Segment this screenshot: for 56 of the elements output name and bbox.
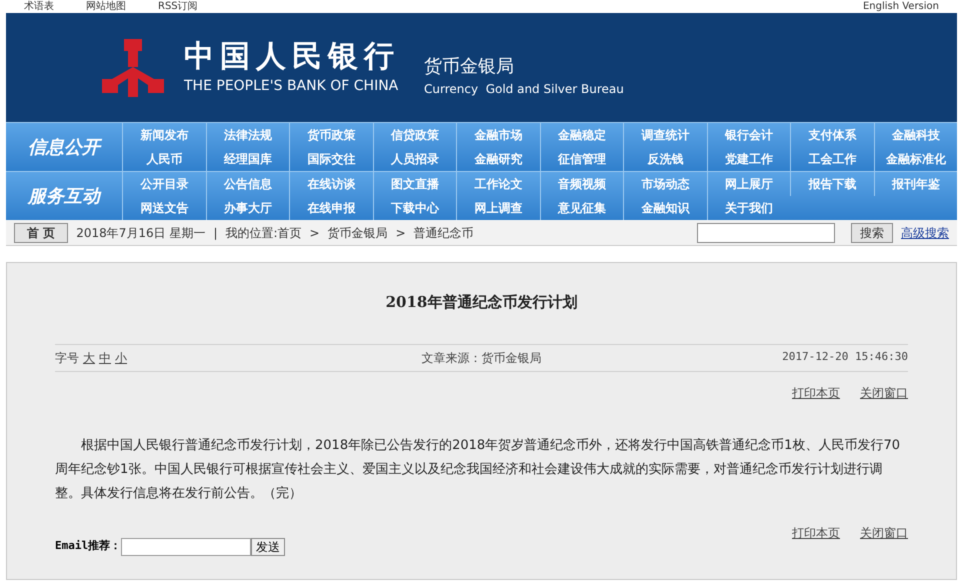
top-link[interactable]: RSS订阅 <box>158 0 198 13</box>
email-label: Email推荐： <box>55 538 122 554</box>
nav-link[interactable]: 信贷政策 <box>372 123 456 147</box>
nav-link[interactable]: 在线访谈 <box>289 172 372 196</box>
nav-link[interactable]: 金融稳定 <box>540 123 623 147</box>
nav-link[interactable]: 音频视频 <box>540 172 623 196</box>
bureau-name-chinese: 货币金银局 <box>424 55 515 79</box>
nav-link[interactable]: 图文直播 <box>372 172 456 196</box>
nav-link[interactable]: 网上展厅 <box>706 172 790 196</box>
nav-link[interactable]: 调查统计 <box>623 123 706 147</box>
nav-link[interactable]: 工作论文 <box>456 172 540 196</box>
search-field[interactable] <box>697 222 835 242</box>
top-link[interactable]: 网站地图 <box>86 0 126 13</box>
bureau-name-english: Currency Gold and Silver Bureau <box>424 81 624 98</box>
font-size-link[interactable]: 中 <box>99 348 111 366</box>
print-page-link[interactable]: 打印本页 <box>792 384 840 402</box>
breadcrumb-link[interactable]: 货币金银局 <box>328 224 388 242</box>
breadcrumb-separator: > <box>310 224 320 242</box>
home-button[interactable]: 首 页 <box>14 222 68 242</box>
nav-section-label: 服务互动 <box>26 184 102 208</box>
font-size-link[interactable]: 小 <box>115 348 127 366</box>
nav-link[interactable]: 报刊年鉴 <box>874 172 957 196</box>
separator-text: | <box>213 224 218 242</box>
nav-link[interactable]: 公开目录 <box>122 172 206 196</box>
font-size-link[interactable]: 大 <box>83 348 95 366</box>
bank-name-english: THE PEOPLE'S BANK OF CHINA <box>184 76 400 96</box>
nav-link[interactable]: 银行会计 <box>706 123 790 147</box>
nav-link[interactable]: 报告下载 <box>790 172 874 196</box>
article-title: 2018年普通纪念币发行计划 <box>384 292 578 313</box>
breadcrumb-link[interactable]: 普通纪念币 <box>414 224 474 242</box>
article-datetime: 2017-12-20 15:46:30 <box>781 349 908 366</box>
send-button[interactable]: 发送 <box>251 538 286 556</box>
breadcrumb-separator: > <box>396 224 406 242</box>
font-size-label: 字号 <box>55 350 79 366</box>
breadcrumb-link[interactable]: 我的位置:首页 <box>226 224 302 242</box>
nav-section-label: 信息公开 <box>6 123 122 171</box>
date-text: 2018年7月16日 星期一 <box>76 224 206 242</box>
close-window-link[interactable]: 关闭窗口 <box>860 524 908 542</box>
nav-link[interactable]: 市场动态 <box>623 172 706 196</box>
nav-link[interactable]: 金融科技 <box>874 123 957 147</box>
top-link[interactable]: 术语表 <box>24 0 54 13</box>
nav-link[interactable]: 支付体系 <box>790 123 874 147</box>
top-link[interactable]: English Version <box>862 0 939 13</box>
email-field[interactable] <box>121 538 252 556</box>
article-source: 文章来源：货币金银局 <box>420 350 542 366</box>
nav-link[interactable]: 金融市场 <box>456 123 540 147</box>
article-body: 根据中国人民银行普通纪念币发行计划，2018年除已公告发行的2018年贺岁普通纪念币外，还将发行中国高铁普通纪念币1枚、人民币发行70周年纪念钞1张。中国人民银行可根据宣传社会主义、爱国主义以及纪念我国经济和社会建设伟大成就的实际需要，对普通纪念币发行计划进行调整。具体发行信息将在发行前公告。（完） <box>55 436 901 502</box>
bank-name-chinese: 中国人民银行 <box>184 38 400 76</box>
nav-link[interactable]: 公告信息 <box>206 172 289 196</box>
close-window-link[interactable]: 关闭窗口 <box>860 384 908 402</box>
nav-link[interactable]: 货币政策 <box>289 123 372 147</box>
nav-link[interactable]: 新闻发布 <box>122 123 206 147</box>
search-button[interactable]: 搜索 <box>851 222 893 242</box>
nav-link[interactable]: 法律法规 <box>206 123 289 147</box>
advanced-search-link[interactable]: 高级搜索 <box>901 224 949 242</box>
print-page-link[interactable]: 打印本页 <box>792 524 840 542</box>
